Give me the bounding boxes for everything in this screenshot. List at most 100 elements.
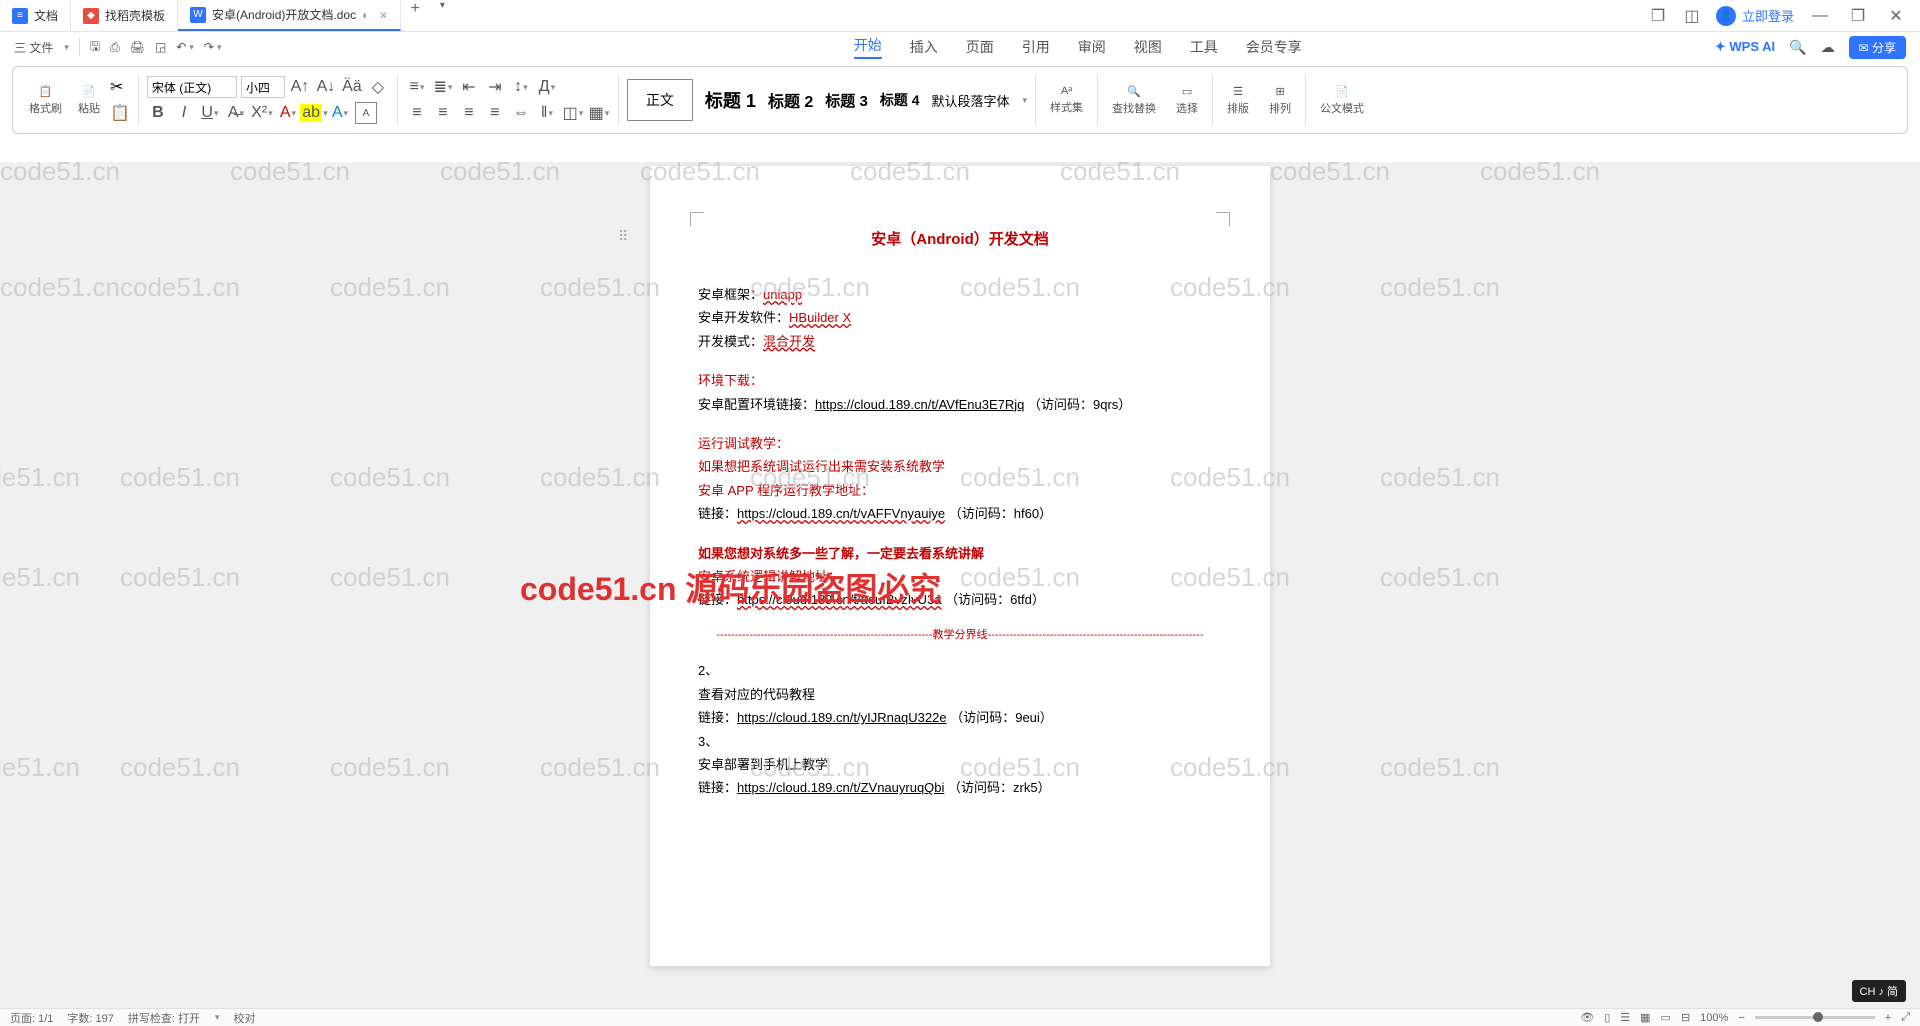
align-left-icon[interactable]: ≡ <box>406 102 428 124</box>
number-list-icon[interactable]: ≣▾ <box>432 76 454 98</box>
shading-icon[interactable]: ◫▾ <box>562 102 584 124</box>
page[interactable]: ⠿ 安卓（Android）开发文档 安卓框架：uniapp 安卓开发软件：HBu… <box>650 166 1270 966</box>
close-button[interactable]: ✕ <box>1884 4 1908 28</box>
style-h3[interactable]: 标题 3 <box>825 90 868 111</box>
align-center-icon[interactable]: ≡ <box>432 102 454 124</box>
font-color-button[interactable]: A▾ <box>277 102 299 124</box>
underline-button[interactable]: U▾ <box>199 102 221 124</box>
status-spell[interactable]: 拼写检查: 打开 <box>128 1010 200 1026</box>
layout-h-button[interactable]: ⊞排列 <box>1263 85 1297 116</box>
style-h2[interactable]: 标题 2 <box>768 88 813 112</box>
increase-font-icon[interactable]: A↑ <box>289 76 311 98</box>
save-icon[interactable]: 🖫 <box>90 37 100 58</box>
decrease-font-icon[interactable]: A↓ <box>315 76 337 98</box>
drag-handle-icon[interactable]: ⠿ <box>618 224 628 249</box>
window-icon[interactable]: ❐ <box>1648 6 1668 26</box>
login-button[interactable]: 👤 立即登录 <box>1716 6 1794 26</box>
highlight-button[interactable]: ab▾ <box>303 102 325 124</box>
status-words[interactable]: 字数: 197 <box>67 1010 113 1026</box>
menu-member[interactable]: 会员专享 <box>1246 37 1302 57</box>
status-page[interactable]: 页面: 1/1 <box>10 1010 53 1026</box>
zoom-value[interactable]: 100% <box>1700 1012 1728 1024</box>
close-icon[interactable]: × <box>379 7 387 23</box>
redo-icon[interactable]: ↷▾ <box>204 40 222 54</box>
chevron-down-icon[interactable]: ▾ <box>64 42 69 53</box>
maximize-button[interactable]: ❐ <box>1846 4 1870 28</box>
menu-insert[interactable]: 插入 <box>910 37 938 57</box>
layout-v-button[interactable]: ☰排版 <box>1221 85 1255 116</box>
char-border-button[interactable]: A <box>355 102 377 124</box>
share-button[interactable]: ✉ 分享 <box>1849 36 1906 59</box>
align-justify-icon[interactable]: ≡ <box>484 102 506 124</box>
doc-line[interactable]: 安卓开发软件：HBuilder X <box>698 306 1222 329</box>
doc-title[interactable]: 安卓（Android）开发文档 <box>698 226 1222 253</box>
style-normal[interactable]: 正文 <box>627 79 693 121</box>
style-set-button[interactable]: Aᵃ样式集 <box>1044 85 1089 115</box>
font-name-select[interactable] <box>147 76 237 98</box>
superscript-button[interactable]: X²▾ <box>251 102 273 124</box>
find-replace-button[interactable]: 🔍查找替换 <box>1106 85 1162 116</box>
view-split-icon[interactable]: ⊟ <box>1681 1011 1690 1024</box>
tab-dropdown[interactable]: ▾ <box>430 0 455 31</box>
text-effect-button[interactable]: A▾ <box>329 102 351 124</box>
zoom-in-button[interactable]: + <box>1885 1012 1891 1024</box>
bullet-list-icon[interactable]: ≡▾ <box>406 76 428 98</box>
clear-format-icon[interactable]: ◇ <box>367 76 389 98</box>
tab-documents[interactable]: ≡ 文档 <box>0 0 71 31</box>
doc-line[interactable]: 开发模式：混合开发 <box>698 330 1222 353</box>
tab-templates[interactable]: ◆ 找稻壳模板 <box>71 0 178 31</box>
zoom-out-button[interactable]: − <box>1738 1012 1744 1024</box>
view-page-icon[interactable]: ▯ <box>1604 1011 1610 1024</box>
doc-line[interactable]: 查看对应的代码教程 <box>698 683 1222 706</box>
tab-android-doc[interactable]: W 安卓(Android)开放文档.doc ◐ × <box>178 0 400 31</box>
document-canvas[interactable]: ⠿ 安卓（Android）开发文档 安卓框架：uniapp 安卓开发软件：HBu… <box>0 162 1920 1008</box>
doc-line[interactable]: 3、 <box>698 730 1222 753</box>
text-direction-icon[interactable]: ↕▾ <box>510 76 532 98</box>
styles-more-icon[interactable]: ▾ <box>1023 95 1028 106</box>
style-default-font[interactable]: 默认段落字体 <box>932 91 1010 110</box>
menu-tools[interactable]: 工具 <box>1190 37 1218 57</box>
menu-page[interactable]: 页面 <box>966 37 994 57</box>
file-menu[interactable]: 三 文件 <box>14 39 53 56</box>
view-outline-icon[interactable]: ☰ <box>1620 1011 1630 1024</box>
menu-view[interactable]: 视图 <box>1134 37 1162 57</box>
fit-icon[interactable]: ⤢ <box>1901 1011 1910 1024</box>
print-icon[interactable]: 🖨 <box>130 40 145 54</box>
doc-line[interactable]: 安卓框架：uniapp <box>698 283 1222 306</box>
doc-line[interactable]: 安卓 APP 程序运行教学地址： <box>698 479 1222 502</box>
preview-icon[interactable]: ◲ <box>155 40 166 54</box>
copy-icon[interactable]: 📋 <box>39 85 53 98</box>
distribute-icon[interactable]: ⇔ <box>510 102 532 124</box>
doc-line[interactable]: 安卓部署到手机上教学 <box>698 753 1222 776</box>
select-button[interactable]: ▭选择 <box>1170 85 1204 116</box>
style-h4[interactable]: 标题 4 <box>880 90 920 110</box>
indent-icon[interactable]: ⇥ <box>484 76 506 98</box>
view-read-icon[interactable]: ▭ <box>1661 1011 1671 1024</box>
style-h1[interactable]: 标题 1 <box>705 87 756 113</box>
wps-ai-button[interactable]: ✦ WPS AI <box>1715 39 1775 55</box>
minimize-button[interactable]: — <box>1808 4 1832 28</box>
font-size-select[interactable] <box>241 76 285 98</box>
strike-button[interactable]: A̶▾ <box>225 102 247 124</box>
border-icon[interactable]: ▦▾ <box>588 102 610 124</box>
change-case-icon[interactable]: Ää <box>341 76 363 98</box>
menu-reference[interactable]: 引用 <box>1022 37 1050 57</box>
doc-line[interactable]: 链接：https://cloud.189.cn/t/ZVnauyruqQbi （… <box>698 776 1222 799</box>
doc-line[interactable]: 如果想把系统调试运行出来需安装系统教学 <box>698 455 1222 478</box>
bold-button[interactable]: B <box>147 102 169 124</box>
view-eye-icon[interactable]: 👁 <box>1580 1011 1594 1024</box>
add-tab-button[interactable]: + <box>401 0 430 31</box>
doc-line[interactable]: 如果您想对系统多一些了解，一定要去看系统讲解 <box>698 542 1222 565</box>
doc-line[interactable]: 2、 <box>698 659 1222 682</box>
undo-icon[interactable]: ↶▾ <box>176 40 194 54</box>
outdent-icon[interactable]: ⇤ <box>458 76 480 98</box>
zoom-slider[interactable] <box>1755 1016 1875 1019</box>
menu-start[interactable]: 开始 <box>854 35 882 59</box>
paste-icon[interactable]: 📄 <box>82 85 96 98</box>
export-icon[interactable]: ⎙ <box>110 40 120 55</box>
cloud-icon[interactable]: ☁ <box>1821 39 1835 56</box>
doc-line[interactable]: 链接：https://cloud.189.cn/t/yIJRnaqU322e （… <box>698 706 1222 729</box>
gov-mode-button[interactable]: 📄公文模式 <box>1314 85 1370 116</box>
italic-button[interactable]: I <box>173 102 195 124</box>
line-spacing-icon[interactable]: ‖▾ <box>536 102 558 124</box>
